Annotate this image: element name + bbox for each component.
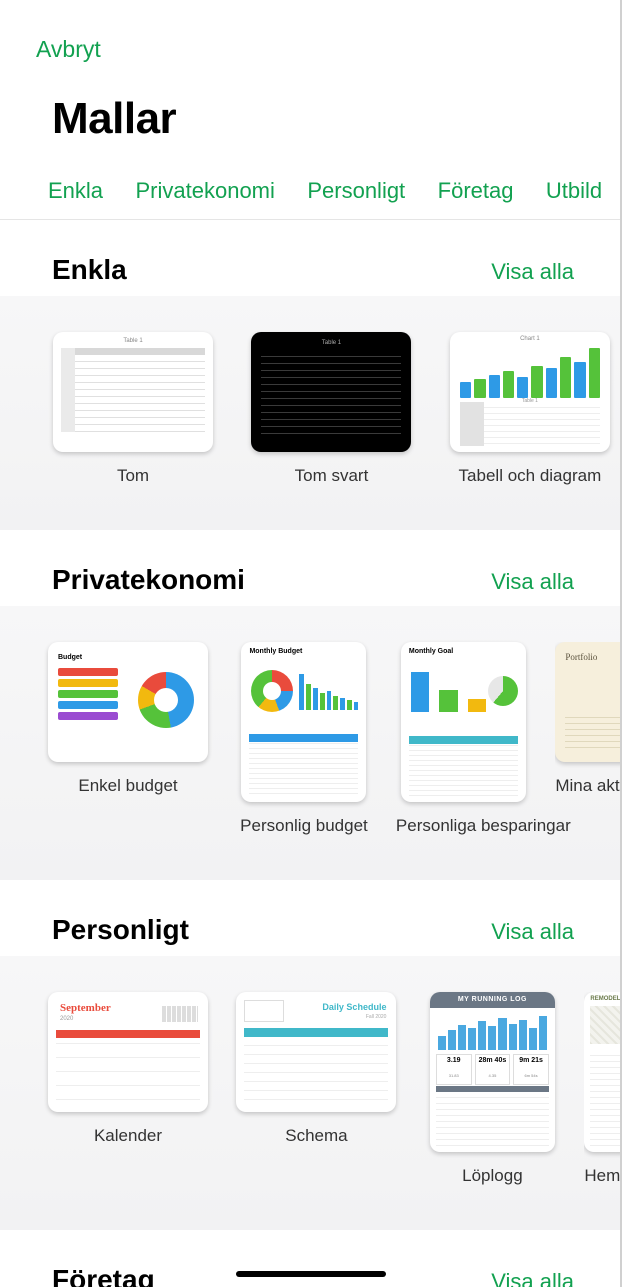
section-enkla: Enkla Visa alla Table 1 Tom Table 1	[0, 220, 622, 530]
template-tom[interactable]: Table 1 Tom	[48, 332, 218, 502]
template-label: Hemren	[584, 1166, 622, 1202]
thumb-subcaption: Fall 2020	[366, 1014, 387, 1020]
template-label: Kalender	[48, 1126, 208, 1162]
tab-personligt[interactable]: Personligt	[307, 176, 405, 206]
template-thumbnail: REMODEL · PROJECT BUD	[584, 992, 622, 1152]
template-thumbnail: September 2020	[48, 992, 208, 1112]
section-privatekonomi: Privatekonomi Visa alla Budget Enkel bud	[0, 530, 622, 880]
section-title: Företag	[52, 1264, 155, 1287]
tab-utbildning[interactable]: Utbild	[546, 176, 602, 206]
cancel-button[interactable]: Avbryt	[36, 36, 101, 63]
thumb-caption: Table 1	[53, 338, 213, 344]
template-thumbnail: MY RUNNING LOG 3.1931.83 28m 40s4.35 9m …	[430, 992, 555, 1152]
thumb-caption: Chart 1	[450, 336, 610, 342]
template-personlig-budget[interactable]: Monthly Budget Personlig budget	[236, 642, 371, 852]
show-all-button[interactable]: Visa alla	[491, 569, 574, 595]
home-indicator[interactable]	[236, 1271, 386, 1277]
section-title: Privatekonomi	[52, 564, 245, 596]
page-title: Mallar	[52, 94, 176, 144]
template-personliga-besparingar[interactable]: Monthly Goal Personliga besparingar	[396, 642, 531, 852]
template-enkel-budget[interactable]: Budget Enkel budget	[48, 642, 208, 812]
thumb-caption: Monthly Goal	[409, 648, 453, 655]
template-label: Mina akt	[555, 776, 622, 812]
donut-chart-icon	[251, 670, 293, 712]
template-thumbnail: Daily Schedule Fall 2020	[236, 992, 396, 1112]
template-label: Löplogg	[425, 1166, 560, 1202]
tab-foretag[interactable]: Företag	[438, 176, 514, 206]
template-mina-aktier[interactable]: Portfolio $710,41.20 Mina akt	[555, 642, 622, 812]
template-chooser-screen: Avbryt Mallar Enkla Privatekonomi Person…	[0, 0, 622, 1287]
section-header: Privatekonomi Visa alla	[0, 530, 622, 606]
template-label: Tom svart	[246, 466, 416, 502]
template-tabell-diagram[interactable]: Chart 1 Table 1 Tabell och diagram	[445, 332, 615, 502]
template-thumbnail: Monthly Goal	[401, 642, 526, 802]
template-tom-svart[interactable]: Table 1 Tom svart	[246, 332, 416, 502]
thumb-banner: MY RUNNING LOG	[430, 992, 555, 1008]
template-thumbnail: Table 1	[53, 332, 213, 452]
template-thumbnail: Chart 1 Table 1	[450, 332, 610, 452]
pie-chart-icon	[488, 676, 518, 706]
thumb-stats: 3.1931.83 28m 40s4.35 9m 21s6m 54s	[436, 1054, 549, 1085]
template-thumbnail: Table 1	[251, 332, 411, 452]
template-thumbnail: Budget	[48, 642, 208, 762]
section-title: Enkla	[52, 254, 127, 286]
template-label: Personliga besparingar	[396, 816, 531, 852]
show-all-button[interactable]: Visa alla	[491, 1269, 574, 1287]
section-personligt: Personligt Visa alla September 2020 Kale…	[0, 880, 622, 1230]
thumb-year: 2020	[60, 1016, 73, 1022]
thumb-month: September	[60, 1002, 111, 1014]
section-header: Företag Visa alla	[0, 1230, 622, 1287]
thumb-caption: Budget	[58, 654, 82, 661]
template-strip[interactable]: Budget Enkel budget Monthly Budget	[0, 606, 622, 880]
thumb-caption: REMODEL · PROJECT BUD	[590, 996, 622, 1002]
template-schema[interactable]: Daily Schedule Fall 2020 Schema	[236, 992, 396, 1162]
template-label: Personlig budget	[236, 816, 371, 852]
show-all-button[interactable]: Visa alla	[491, 259, 574, 285]
template-hemrenovering[interactable]: REMODEL · PROJECT BUD Hemren	[584, 992, 622, 1202]
template-kalender[interactable]: September 2020 Kalender	[48, 992, 208, 1162]
template-strip[interactable]: Table 1 Tom Table 1 Tom svart Chart 1	[0, 296, 622, 530]
donut-chart-icon	[138, 672, 194, 728]
section-header: Enkla Visa alla	[0, 220, 622, 296]
template-loplogg[interactable]: MY RUNNING LOG 3.1931.83 28m 40s4.35 9m …	[425, 992, 560, 1202]
template-thumbnail: Portfolio $710,41.20	[555, 642, 622, 762]
section-title: Personligt	[52, 914, 189, 946]
section-foretag: Företag Visa alla	[0, 1230, 622, 1287]
thumb-caption: Portfolio	[565, 652, 597, 662]
thumb-caption: Table 1	[251, 340, 411, 346]
sketch-icon	[590, 1006, 622, 1044]
tab-privatekonomi[interactable]: Privatekonomi	[136, 176, 275, 206]
template-thumbnail: Monthly Budget	[241, 642, 366, 802]
sections-scroll[interactable]: Enkla Visa alla Table 1 Tom Table 1	[0, 220, 622, 1287]
template-strip[interactable]: September 2020 Kalender Daily Schedule F…	[0, 956, 622, 1230]
template-label: Tom	[48, 466, 218, 502]
template-label: Tabell och diagram	[445, 466, 615, 502]
section-header: Personligt Visa alla	[0, 880, 622, 956]
mini-calendar-icon	[162, 1006, 198, 1022]
thumb-caption: Monthly Budget	[249, 648, 302, 655]
template-label: Schema	[236, 1126, 396, 1162]
show-all-button[interactable]: Visa alla	[491, 919, 574, 945]
tab-enkla[interactable]: Enkla	[48, 176, 103, 206]
thumb-caption: Daily Schedule	[322, 1002, 386, 1012]
template-label: Enkel budget	[48, 776, 208, 812]
category-tabbar[interactable]: Enkla Privatekonomi Personligt Företag U…	[0, 176, 622, 220]
